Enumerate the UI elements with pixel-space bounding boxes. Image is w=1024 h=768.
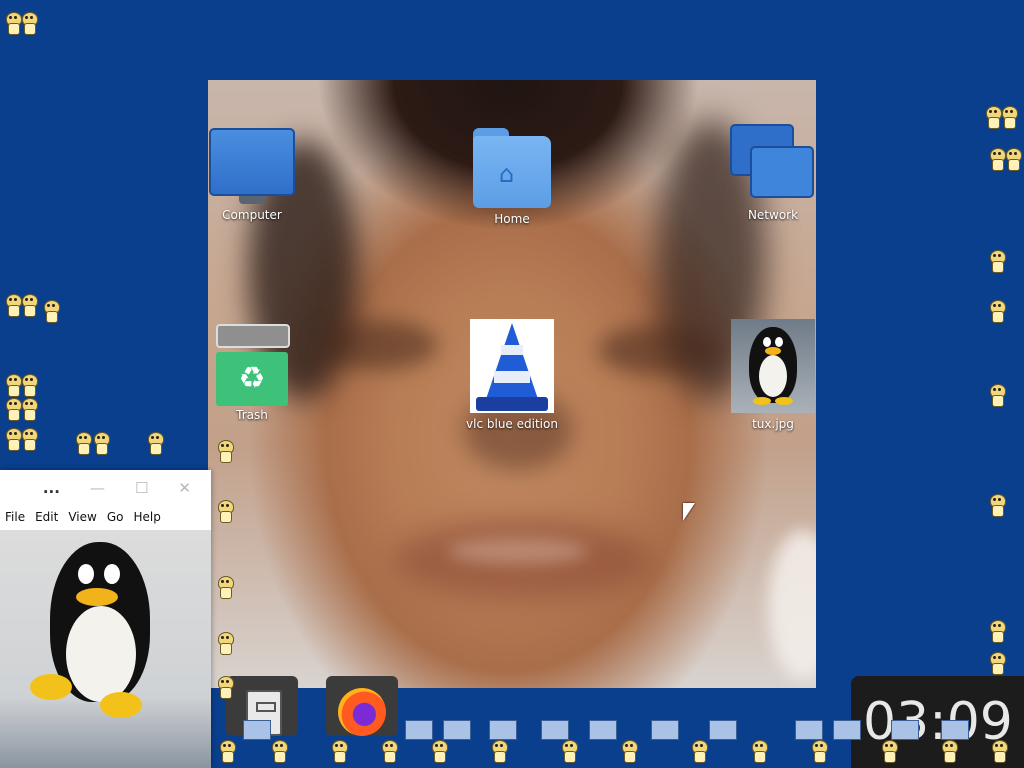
menu-edit[interactable]: Edit (35, 510, 58, 524)
network-icon (730, 124, 816, 204)
image-viewer (0, 530, 211, 768)
critter-icon (20, 428, 38, 451)
critter-icon (988, 250, 1006, 273)
critter-icon (218, 740, 236, 763)
critter-icon (988, 620, 1006, 643)
desktop-icon-label: tux.jpg (752, 417, 794, 431)
minimize-button[interactable]: — (90, 479, 105, 497)
critter-icon (490, 740, 508, 763)
critter-icon (20, 12, 38, 35)
critter-icon (620, 740, 638, 763)
critter-icon (216, 500, 234, 523)
menu-view[interactable]: View (68, 510, 96, 524)
window-title: ... (42, 479, 60, 497)
critter-icon (270, 740, 288, 763)
critter-icon (690, 740, 708, 763)
menu-go[interactable]: Go (107, 510, 124, 524)
desktop-icon-trash[interactable]: ♻ Trash (197, 324, 307, 422)
critter-icon (750, 740, 768, 763)
critter-icon (988, 652, 1006, 675)
menu-help[interactable]: Help (133, 510, 160, 524)
critter-icon (880, 740, 898, 763)
critter-icon (560, 740, 578, 763)
window-titlebar[interactable]: ... — ☐ ✕ (0, 470, 211, 506)
desktop-icon-tux[interactable]: tux.jpg (718, 319, 828, 431)
maximize-button[interactable]: ☐ (135, 479, 148, 497)
critter-icon (330, 740, 348, 763)
critter-icon (810, 740, 828, 763)
desktop-icon-label: vlc blue edition (466, 417, 558, 431)
desktop-icon-vlc[interactable]: vlc blue edition (457, 319, 567, 431)
critter-icon (988, 494, 1006, 517)
critter-icon (20, 398, 38, 421)
critter-icon (988, 300, 1006, 323)
critter-icon (216, 440, 234, 463)
critter-icon (20, 294, 38, 317)
critter-icon (146, 432, 164, 455)
menu-file[interactable]: File (5, 510, 25, 524)
critter-icon (216, 576, 234, 599)
critter-icon (380, 740, 398, 763)
desktop-icon-computer[interactable]: Computer (197, 128, 307, 222)
critter-icon (42, 300, 60, 323)
computer-icon (197, 128, 307, 204)
critter-icon (430, 740, 448, 763)
critter-icon (1000, 106, 1018, 129)
critter-icon (216, 632, 234, 655)
desktop-icon-label: Computer (222, 208, 282, 222)
critter-icon (216, 676, 234, 699)
critter-icon (940, 740, 958, 763)
critter-icon (990, 740, 1008, 763)
critter-icon (988, 384, 1006, 407)
file-manager-window[interactable]: ... — ☐ ✕ File Edit View Go Help (0, 470, 211, 768)
vlc-icon (470, 319, 554, 413)
close-button[interactable]: ✕ (178, 479, 191, 497)
critter-icon (20, 374, 38, 397)
home-folder-icon: ⌂ (473, 128, 551, 208)
mouse-cursor-icon (683, 503, 695, 521)
image-file-icon (731, 319, 815, 413)
critter-icon (1004, 148, 1022, 171)
desktop-icon-home[interactable]: ⌂ Home (457, 128, 567, 226)
menu-bar: File Edit View Go Help (0, 506, 211, 528)
trash-icon: ♻ (216, 324, 290, 406)
critter-icon (92, 432, 110, 455)
desktop-icon-label: Home (494, 212, 530, 226)
desktop-icon-label: Network (747, 208, 799, 222)
desktop-icon-label: Trash (236, 408, 268, 422)
critter-icon (74, 432, 92, 455)
desktop-icon-network[interactable]: Network (718, 124, 828, 222)
